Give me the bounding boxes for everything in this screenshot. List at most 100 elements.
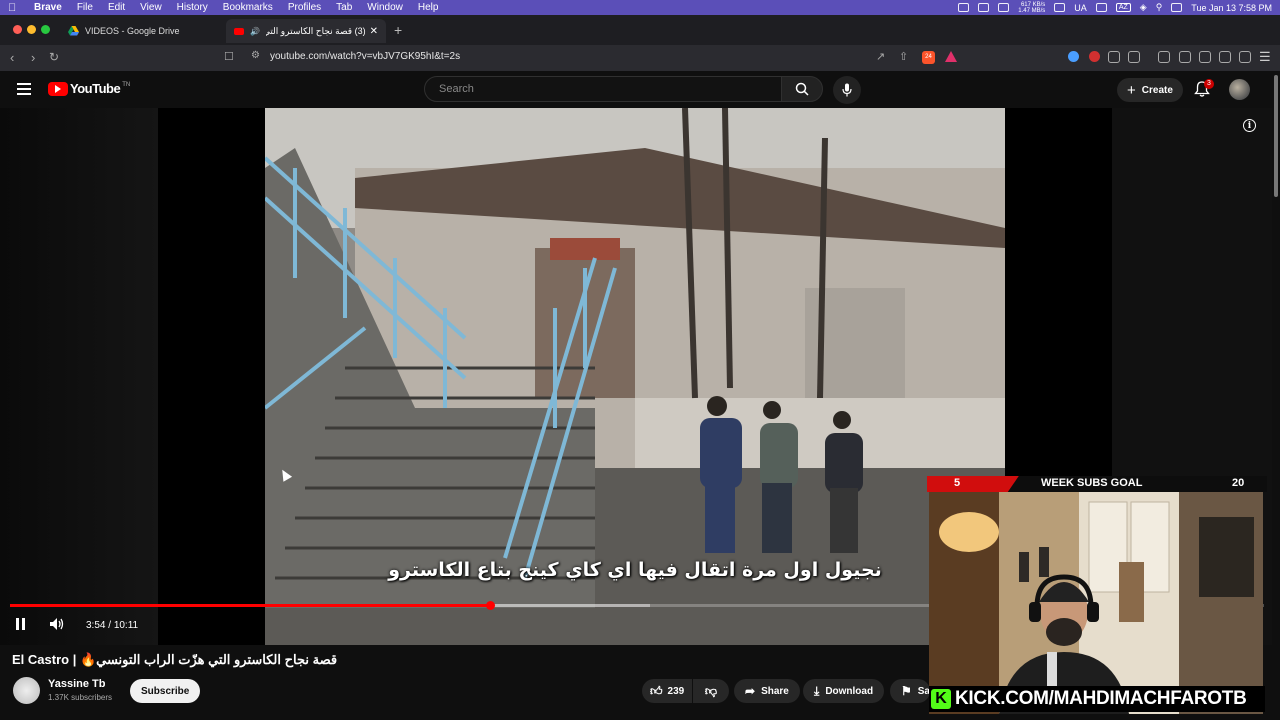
youtube-play-icon [48,81,68,96]
menu-icon[interactable]: ☰ [1259,49,1271,65]
net-down-text: 1.47 MB/s [1018,7,1046,14]
plus-icon: + [1127,81,1136,99]
pause-button[interactable] [15,618,26,633]
menu-window[interactable]: Window [367,2,403,13]
status-app-icon[interactable] [958,3,970,12]
status-app-icon[interactable] [978,3,990,12]
status-app-icon[interactable] [1054,3,1066,12]
menu-view[interactable]: View [140,2,162,13]
like-button[interactable]: 👍︎ 239 [642,679,692,703]
kick-logo-icon: K [931,689,951,709]
tab-title: (3) قصة نجاح الكاسترو التي هزّت [266,25,366,36]
back-icon[interactable]: ‹ [10,50,14,65]
browser-toolbar: ‹ › ↻ ☐ ⚙ youtube.com/watch?v=vbJV7GK95h… [0,45,1280,71]
notification-badge: 3 [1204,79,1214,89]
time-current: 3:54 [86,620,106,631]
download-button[interactable]: ⤓ Download [803,679,885,703]
clock[interactable]: Tue Jan 13 7:58 PM [1191,3,1272,13]
brave-shields-icon[interactable]: 24 [922,51,935,64]
tab-youtube[interactable]: 🔊 (3) قصة نجاح الكاسترو التي هزّت ✕ [226,19,386,43]
pause-icon [16,618,25,630]
menu-history[interactable]: History [177,2,208,13]
menu-profiles[interactable]: Profiles [288,2,321,13]
tab-google-drive[interactable]: VIDEOS - Google Drive [60,19,225,43]
minimize-window-button[interactable] [27,25,36,34]
video-title: قصة نجاح الكاسترو التي هزّت الراب التونس… [12,652,338,667]
voice-search-button[interactable] [833,76,861,104]
channel-name[interactable]: Yassine Tb [48,678,105,690]
scrollbar-thumb[interactable] [1274,75,1278,197]
brave-rewards-icon[interactable] [945,51,957,62]
account-avatar[interactable] [1229,79,1250,100]
page-scrollbar[interactable] [1272,71,1280,720]
apple-icon[interactable]:  [8,2,20,14]
search-button[interactable] [781,76,823,102]
goal-label: WEEK SUBS GOAL [1041,477,1143,489]
keyboard-layout[interactable]: AZ [1115,3,1131,12]
subs-goal-bar: 5 WEEK SUBS GOAL 20 [927,476,1267,492]
language-indicator[interactable]: UA [1074,3,1087,13]
network-speed: 617 KB/s 1.47 MB/s [1018,2,1045,14]
extension-icon[interactable] [1108,51,1120,63]
share-page-icon[interactable]: ⇧ [899,50,908,63]
tab-title: VIDEOS - Google Drive [85,26,180,36]
wallet-icon[interactable] [1199,51,1211,63]
site-info-icon[interactable]: ⚙ [251,50,260,61]
logo-text: YouTube [70,81,121,96]
webcam-scene-image [929,492,1263,714]
sidebar-icon[interactable] [1179,51,1191,63]
goal-target: 20 [1232,477,1245,489]
google-drive-icon [68,26,79,37]
youtube-logo[interactable]: YouTube TN [48,81,130,96]
download-label: Download [825,685,874,697]
close-tab-icon[interactable]: ✕ [370,26,378,37]
dislike-button[interactable]: 👎︎ [693,679,729,703]
search-input[interactable] [425,77,765,101]
search-spotlight-icon[interactable]: ⚲ [1156,2,1163,13]
macos-menubar:  Brave File Edit View History Bookmarks… [0,0,1280,15]
speaker-icon[interactable]: 🔊 [250,26,260,37]
menu-help[interactable]: Help [418,2,439,13]
control-center-icon[interactable] [1171,3,1183,12]
webcam-overlay [929,492,1263,714]
share-button[interactable]: ➦ Share [734,679,800,703]
menu-app-name[interactable]: Brave [34,2,62,13]
menu-edit[interactable]: Edit [108,2,125,13]
record-icon[interactable] [1089,51,1100,62]
goal-progress-fill [927,476,1019,492]
browser-tabbar: VIDEOS - Google Drive 🔊 (3) قصة نجاح الك… [0,15,1280,45]
channel-avatar[interactable] [13,677,40,704]
menu-tab[interactable]: Tab [336,2,352,13]
music-icon[interactable] [1158,51,1170,63]
wifi-icon[interactable]: ◈ [1140,2,1147,13]
create-button[interactable]: + Create [1117,78,1183,102]
net-up-text: 617 KB/s [1020,1,1046,8]
microphone-icon [842,83,852,97]
info-icon[interactable]: i [1243,119,1256,132]
extension-icon[interactable] [1128,51,1140,63]
subscribe-button[interactable]: Subscribe [130,679,201,703]
close-window-button[interactable] [13,25,22,34]
extension-icon[interactable] [1068,51,1079,62]
youtube-favicon-icon [234,26,245,37]
new-tab-button[interactable]: + [394,22,402,38]
time-display: 3:54 / 10:11 [86,620,139,631]
hamburger-menu-icon[interactable] [17,83,31,95]
status-app-icon[interactable] [998,3,1010,12]
menu-bookmarks[interactable]: Bookmarks [223,2,273,13]
leo-ai-icon[interactable] [1219,51,1231,63]
kick-url: KICK.COM/MAHDIMACHFAROTB [955,688,1247,709]
create-label: Create [1141,84,1173,96]
menu-file[interactable]: File [77,2,93,13]
url-field[interactable]: youtube.com/watch?v=vbJV7GK95hI&t=2s [270,51,460,62]
status-app-icon[interactable] [1095,3,1107,12]
volume-button[interactable] [50,618,64,633]
save-button[interactable]: ⚑ Sa [890,679,930,703]
zoom-window-button[interactable] [41,25,50,34]
reload-icon[interactable]: ↻ [49,50,59,64]
bookmark-icon[interactable]: ☐ [224,50,234,63]
share-label: Share [761,685,789,697]
open-external-icon[interactable]: ↗ [876,50,885,63]
forward-icon[interactable]: › [31,50,35,65]
vpn-icon[interactable] [1239,51,1251,63]
